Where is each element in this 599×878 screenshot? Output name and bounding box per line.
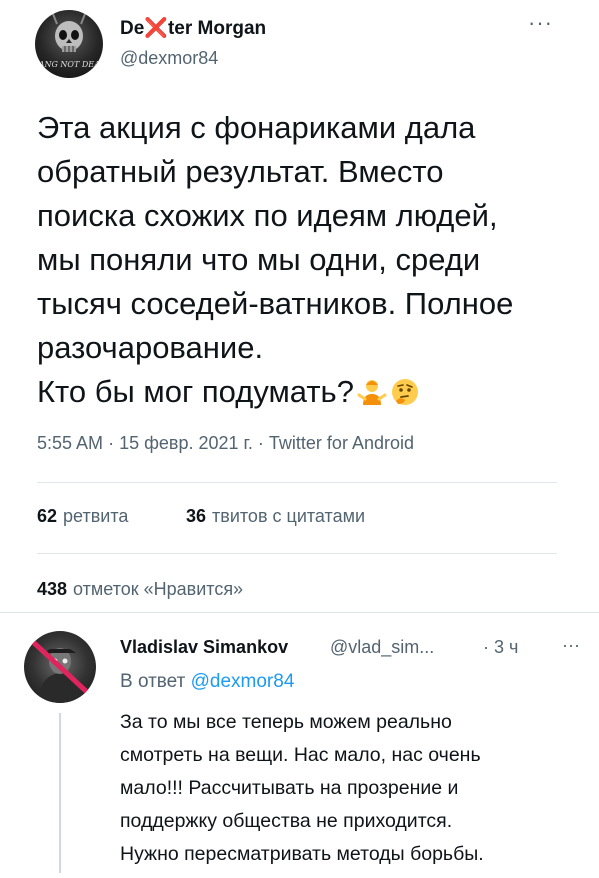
skull-avatar-image: HANG NOT DEAD <box>35 13 103 69</box>
likes-stat[interactable]: 438 отметок «Нравится» <box>37 579 243 600</box>
divider <box>37 553 557 554</box>
reply-author-avatar[interactable] <box>24 631 96 703</box>
reply-author-handle[interactable]: @vlad_sim... <box>330 637 434 658</box>
avatar-caption: HANG NOT DEAD <box>35 60 103 69</box>
likes-label: отметок «Нравится» <box>73 579 244 599</box>
author-avatar[interactable]: HANG NOT DEAD <box>35 10 103 78</box>
person-shrugging-emoji-icon <box>357 375 387 419</box>
meta-separator: · <box>483 637 494 657</box>
reply-text: За то мы все теперь можем реально смотре… <box>120 711 484 865</box>
reply-to-line: В ответ @dexmor84 <box>120 671 294 693</box>
meta-separator: · <box>108 433 120 453</box>
retweets-label: ретвита <box>63 506 129 526</box>
thinking-face-emoji-icon <box>390 375 420 419</box>
retweets-stat[interactable]: 62 ретвита <box>37 506 128 527</box>
reply-to-prefix: В ответ <box>120 671 186 692</box>
reply-author-name[interactable]: Vladislav Simankov <box>120 637 288 658</box>
more-horizontal-icon[interactable]: ··· <box>528 12 553 34</box>
divider <box>0 612 599 613</box>
quotes-count: 36 <box>186 506 207 526</box>
meta-separator: · <box>257 433 269 453</box>
reply-mention-link[interactable]: @dexmor84 <box>191 671 295 692</box>
retweets-count: 62 <box>37 506 58 526</box>
more-horizontal-icon[interactable]: ··· <box>562 636 580 654</box>
divider <box>37 482 557 483</box>
reply-avatar-image <box>29 638 91 703</box>
tweet-text: Эта акция с фонариками дала обратный рез… <box>37 106 577 419</box>
tweet-time[interactable]: 5:55 AM <box>37 433 103 453</box>
author-name[interactable]: De❌ter Morgan <box>120 16 266 40</box>
tweet-date[interactable]: 15 февр. 2021 г. <box>119 433 253 453</box>
quotes-stat[interactable]: 36 твитов с цитатами <box>186 506 365 527</box>
thread-line <box>59 713 61 873</box>
tweet-metadata: 5:55 AM · 15 февр. 2021 г. · Twitter for… <box>37 433 414 454</box>
tweet-text-body: Эта акция с фонариками дала обратный рез… <box>37 110 514 409</box>
reply-time-value: 3 ч <box>494 637 519 657</box>
quotes-label: твитов с цитатами <box>212 506 366 526</box>
likes-count: 438 <box>37 579 68 599</box>
author-handle[interactable]: @dexmor84 <box>120 48 218 69</box>
reply-time[interactable]: · 3 ч <box>483 637 518 658</box>
tweet-source[interactable]: Twitter for Android <box>269 433 414 453</box>
